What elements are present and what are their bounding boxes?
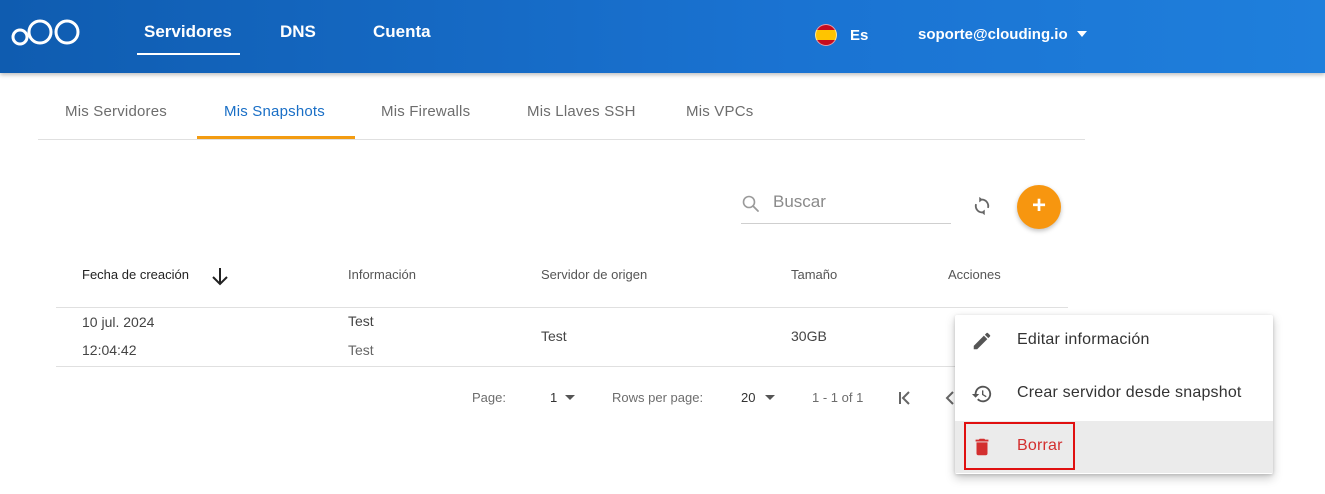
refresh-icon[interactable] xyxy=(971,195,993,217)
menu-item-editar-informacion[interactable]: Editar información xyxy=(955,315,1273,367)
column-header-informacion: Información xyxy=(348,267,416,282)
column-header-servidor-origen: Servidor de origen xyxy=(541,267,648,282)
add-snapshot-button[interactable]: + xyxy=(1017,185,1061,229)
pagination-range: 1 - 1 of 1 xyxy=(812,390,864,405)
cell-date: 10 jul. 2024 xyxy=(82,314,155,330)
first-page-icon[interactable] xyxy=(896,389,914,407)
cell-time: 12:04:42 xyxy=(82,342,137,358)
column-header-tamano: Tamaño xyxy=(791,267,838,282)
tab-mis-llaves-ssh[interactable]: Mis Llaves SSH xyxy=(527,103,636,120)
page-label: Page: xyxy=(472,390,506,405)
rows-select-caret-icon[interactable] xyxy=(765,395,775,400)
tab-mis-servidores[interactable]: Mis Servidores xyxy=(65,103,167,120)
spain-flag-icon[interactable] xyxy=(815,24,837,46)
nav-active-indicator xyxy=(137,53,240,55)
cell-info-description: Test xyxy=(348,342,374,358)
rows-per-page-label: Rows per page: xyxy=(612,390,704,405)
rows-per-page-select[interactable]: 20 xyxy=(741,390,755,405)
language-selector[interactable]: Es xyxy=(850,27,868,44)
cell-info-name: Test xyxy=(348,313,374,329)
page-select-caret-icon[interactable] xyxy=(565,395,575,400)
table-row-divider xyxy=(56,366,1068,367)
search-input[interactable] xyxy=(773,192,948,212)
tab-mis-vpcs[interactable]: Mis VPCs xyxy=(686,103,753,120)
pencil-icon xyxy=(973,332,991,350)
top-navigation-bar: Servidores DNS Cuenta Es soporte@cloudin… xyxy=(0,0,1325,73)
cell-origin-server: Test xyxy=(541,328,567,344)
menu-item-crear-servidor[interactable]: Crear servidor desde snapshot xyxy=(955,368,1273,420)
column-header-acciones: Acciones xyxy=(948,267,1001,282)
nav-cuenta[interactable]: Cuenta xyxy=(373,22,431,42)
arrow-down-sort-icon[interactable] xyxy=(210,265,230,287)
tab-mis-firewalls[interactable]: Mis Firewalls xyxy=(381,103,470,120)
history-icon xyxy=(971,385,992,403)
chevron-down-icon[interactable] xyxy=(1077,31,1087,37)
menu-label-editar: Editar información xyxy=(1017,331,1150,348)
cell-size: 30GB xyxy=(791,328,827,344)
search-box xyxy=(741,186,951,224)
highlight-annotation-box xyxy=(964,422,1075,470)
plus-icon: + xyxy=(1031,192,1046,219)
tab-mis-snapshots[interactable]: Mis Snapshots xyxy=(224,103,325,120)
menu-label-crear: Crear servidor desde snapshot xyxy=(1017,384,1242,401)
nav-dns[interactable]: DNS xyxy=(280,22,316,42)
page-select[interactable]: 1 xyxy=(550,390,557,405)
user-menu-email[interactable]: soporte@clouding.io xyxy=(918,26,1068,43)
clouding-logo[interactable] xyxy=(10,14,84,50)
search-icon xyxy=(742,195,759,212)
column-header-fecha[interactable]: Fecha de creación xyxy=(82,267,189,282)
nav-servidores[interactable]: Servidores xyxy=(144,22,232,42)
sub-tabs: Mis Servidores Mis Snapshots Mis Firewal… xyxy=(38,84,1085,140)
active-tab-indicator xyxy=(197,136,355,139)
table-header-divider xyxy=(56,307,1068,308)
